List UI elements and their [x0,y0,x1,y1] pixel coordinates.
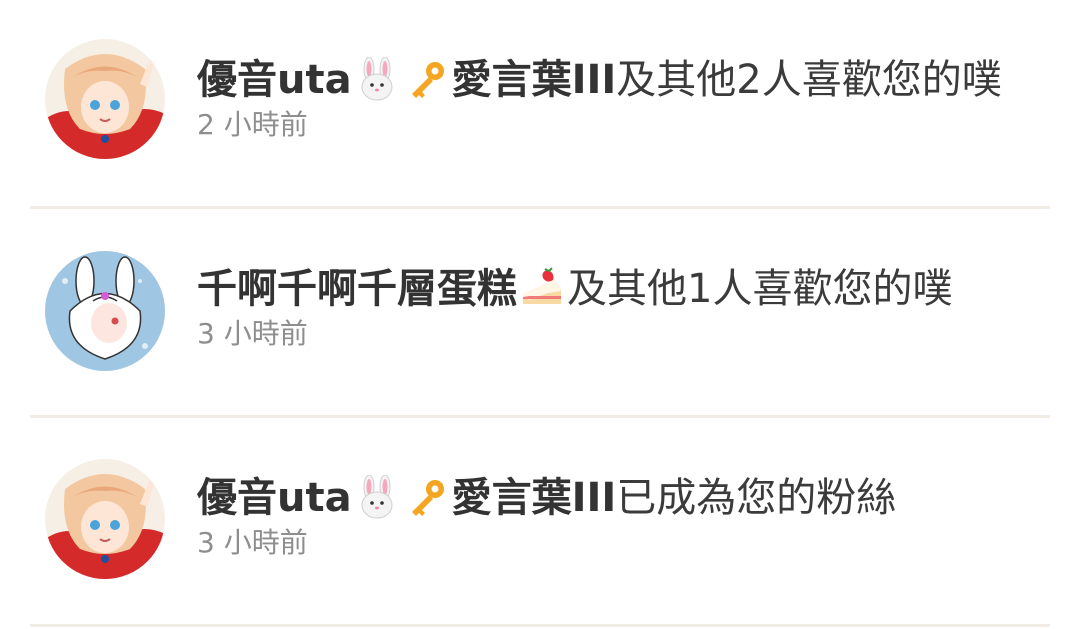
timestamp: 3 小時前 [197,526,308,559]
user-name[interactable]: 優音uta [197,474,352,522]
user-avatar[interactable] [45,459,165,579]
user-name-suffix[interactable]: 愛言葉III [452,56,617,104]
timestamp: 2 小時前 [197,108,308,141]
notification-item[interactable]: 千啊千啊千層蛋糕 及其他1人喜歡您的噗 3 小時前 [0,209,1080,418]
notification-item[interactable]: 優音uta [0,0,1080,209]
user-name[interactable]: 千啊千啊千層蛋糕 [197,265,517,313]
rabbit-face-emoji-icon [354,475,400,521]
notification-title: 優音uta [197,474,1050,522]
avatar-red-hair-image [45,39,165,159]
notification-text: 優音uta [197,56,1050,142]
action-text: 已成為您的粉絲 [616,475,897,521]
action-text: 及其他1人喜歡您的噗 [567,266,953,312]
key-emoji-icon [404,57,450,103]
shortcake-emoji-icon [519,266,565,312]
notification-text: 千啊千啊千層蛋糕 及其他1人喜歡您的噗 3 小時前 [197,265,1050,351]
rabbit-face-emoji-icon [354,57,400,103]
key-emoji-icon [404,475,450,521]
notification-title: 千啊千啊千層蛋糕 及其他1人喜歡您的噗 [197,265,1050,313]
user-name-suffix[interactable]: 愛言葉III [452,474,617,522]
action-text: 及其他2人喜歡您的噗 [616,57,1002,103]
user-avatar[interactable] [45,251,165,371]
notification-title: 優音uta [197,56,1050,104]
user-name[interactable]: 優音uta [197,56,352,104]
avatar-blue-bunny-image [45,251,165,371]
notification-list: 優音uta 愛言葉III 及其他2人喜歡您的噗 2 小時前 千啊千啊千層蛋糕 及… [0,0,1080,629]
divider [30,624,1050,627]
timestamp: 3 小時前 [197,317,308,350]
notification-text: 優音uta [197,474,1050,560]
avatar-red-hair-image [45,459,165,579]
user-avatar[interactable] [45,39,165,159]
notification-item[interactable]: 優音uta [0,418,1080,627]
